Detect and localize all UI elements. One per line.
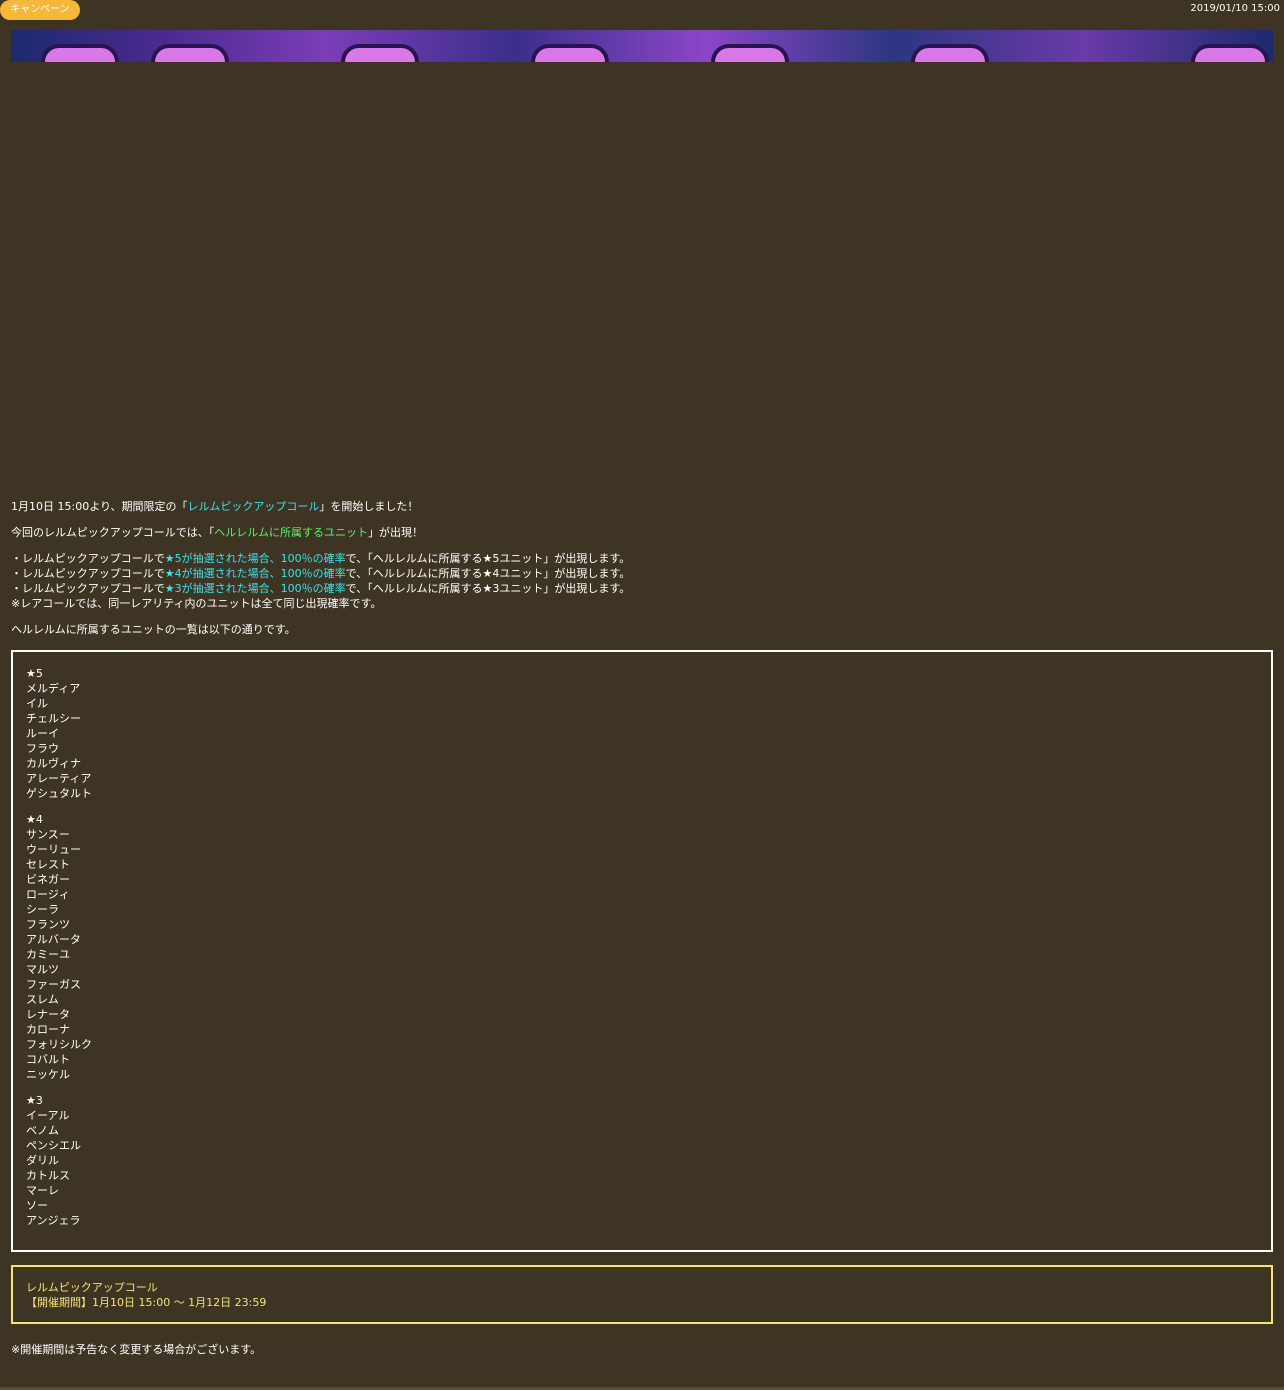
- unit-name: ペンシエル: [26, 1139, 81, 1152]
- intro-line-2: 今回のレルムピックアップコールでは、「ヘルレルムに所属するユニット」が出現！: [11, 525, 1273, 540]
- banner-decoration: [341, 44, 419, 62]
- disclaimer-note: ※開催期間は予告なく変更する場合がございます。: [11, 1343, 262, 1356]
- rule-highlight: ★3が抽選された場合、100％の確率: [164, 582, 346, 595]
- banner-decoration: [1191, 44, 1269, 62]
- unit-name: ファーガス: [26, 978, 81, 991]
- pickup-call-link[interactable]: レルムピックアップコール: [188, 500, 320, 513]
- rule-line: ・レルムピックアップコールで★4が抽選された場合、100％の確率で、「ヘルレルム…: [11, 567, 630, 580]
- rule-highlight: ★5が抽選された場合、100％の確率: [164, 552, 346, 565]
- rules-block: ・レルムピックアップコールで★5が抽選された場合、100％の確率で、「ヘルレルム…: [11, 551, 1273, 611]
- unit-name: イーアル: [26, 1109, 70, 1122]
- unit-name: コバルト: [26, 1053, 70, 1066]
- rarity-heading: ★4: [26, 813, 43, 826]
- unit-name: アレーティア: [26, 772, 92, 785]
- unit-name: ベノム: [26, 1124, 59, 1137]
- unit-name: レナータ: [26, 1008, 70, 1021]
- rarity-heading: ★3: [26, 1094, 43, 1107]
- rule-line: ・レルムピックアップコールで★5が抽選された場合、100％の確率で、「ヘルレルム…: [11, 552, 630, 565]
- intro-text: 1月10日 15:00より、期間限定の「: [11, 500, 188, 513]
- rule-text: で、「ヘルレルムに所属する★3ユニット」が出現します。: [345, 582, 631, 595]
- rule-text: ・レルムピックアップコールで: [11, 582, 165, 595]
- announcement-body: 1月10日 15:00より、期間限定の「レルムピックアップコール」を開始しました…: [11, 499, 1273, 648]
- unit-list-box: ★5 メルディアイルチェルシールーイフラウカルヴィナアレーティア ゲシュタルト ★4 サ…: [11, 650, 1273, 1252]
- unit-name: カミーユ: [26, 948, 70, 961]
- unit-name: チェルシー: [26, 712, 81, 725]
- banner-decoration: [531, 44, 609, 62]
- unit-name: フォリシルク: [26, 1038, 92, 1051]
- hell-realm-units-highlight: ヘルレルムに所属するユニット: [214, 526, 369, 539]
- intro-text: 」が出現！: [368, 526, 424, 539]
- unit-name: カルヴィナ: [26, 757, 81, 770]
- rule-text: ・レルムピックアップコールで: [11, 567, 165, 580]
- campaign-banner-image: [11, 30, 1273, 62]
- rule-text: で、「ヘルレルムに所属する★5ユニット」が出現します。: [345, 552, 631, 565]
- unit-name: ソー: [26, 1199, 48, 1212]
- unit-name: マーレ: [26, 1184, 59, 1197]
- rule-text: ・レルムピックアップコールで: [11, 552, 165, 565]
- unit-name: カトルス: [26, 1169, 70, 1182]
- unit-name: フラウ: [26, 742, 59, 755]
- intro-line-1: 1月10日 15:00より、期間限定の「レルムピックアップコール」を開始しました…: [11, 499, 1273, 514]
- rare-call-note: ※レアコールでは、同一レアリティ内のユニットは全て同じ出現確率です。: [11, 597, 382, 610]
- unit-name: ルーイ: [26, 727, 59, 740]
- unit-name: スレム: [26, 993, 59, 1006]
- unit-name: ビネガー: [26, 873, 70, 886]
- unit-name: カローナ: [26, 1023, 70, 1036]
- top-bar: キャンペーン 2019/01/10 15:00: [0, 0, 1284, 20]
- campaign-badge[interactable]: キャンペーン: [0, 0, 80, 20]
- post-date: 2019/01/10 15:00: [1190, 3, 1280, 14]
- unit-name: アルバータ: [26, 933, 81, 946]
- banner-decoration: [911, 44, 989, 62]
- unit-name: ウーリュー: [26, 843, 81, 856]
- intro-text: 今回のレルムピックアップコールでは、「: [11, 526, 215, 539]
- unit-name: ダリル: [26, 1154, 59, 1167]
- unit-groups: ★5 メルディアイルチェルシールーイフラウカルヴィナアレーティア ゲシュタルト ★4 サ…: [26, 666, 92, 1239]
- unit-list-intro: ヘルレルムに所属するユニットの一覧は以下の通りです。: [11, 623, 296, 636]
- event-dates: 【開催期間】1月10日 15:00 ～ 1月12日 23:59: [26, 1296, 267, 1309]
- banner-decoration: [151, 44, 229, 62]
- unit-name: フランツ: [26, 918, 70, 931]
- unit-group: ★4 サンスーウーリューセレストビネガーロージィシーラフランツアルバータカミーユマ…: [26, 812, 92, 1082]
- unit-name: サンスー: [26, 828, 70, 841]
- intro-text: 」を開始しました！: [319, 500, 419, 513]
- unit-name: シーラ: [26, 903, 59, 916]
- unit-name: メルディア: [26, 682, 81, 695]
- unit-name: ロージィ: [26, 888, 70, 901]
- event-title: レルムピックアップコール: [26, 1281, 158, 1294]
- unit-name: ゲシュタルト: [26, 787, 92, 800]
- banner-decoration: [41, 44, 119, 62]
- rule-line: ・レルムピックアップコールで★3が抽選された場合、100％の確率で、「ヘルレルム…: [11, 582, 630, 595]
- unit-name: マルツ: [26, 963, 59, 976]
- unit-name: ニッケル: [26, 1068, 70, 1081]
- rule-highlight: ★4が抽選された場合、100％の確率: [164, 567, 346, 580]
- rarity-heading: ★5: [26, 667, 43, 680]
- unit-name: アンジェラ: [26, 1214, 81, 1227]
- event-period-box: レルムピックアップコール 【開催期間】1月10日 15:00 ～ 1月12日 2…: [11, 1265, 1273, 1324]
- unit-name: イル: [26, 697, 48, 710]
- rule-text: で、「ヘルレルムに所属する★4ユニット」が出現します。: [345, 567, 631, 580]
- banner-decoration: [711, 44, 789, 62]
- unit-group: ★3 イーアルベノムペンシエルダリルカトルスマーレソーアンジェラ: [26, 1093, 92, 1228]
- unit-name: セレスト: [26, 858, 70, 871]
- unit-group: ★5 メルディアイルチェルシールーイフラウカルヴィナアレーティア ゲシュタルト: [26, 666, 92, 801]
